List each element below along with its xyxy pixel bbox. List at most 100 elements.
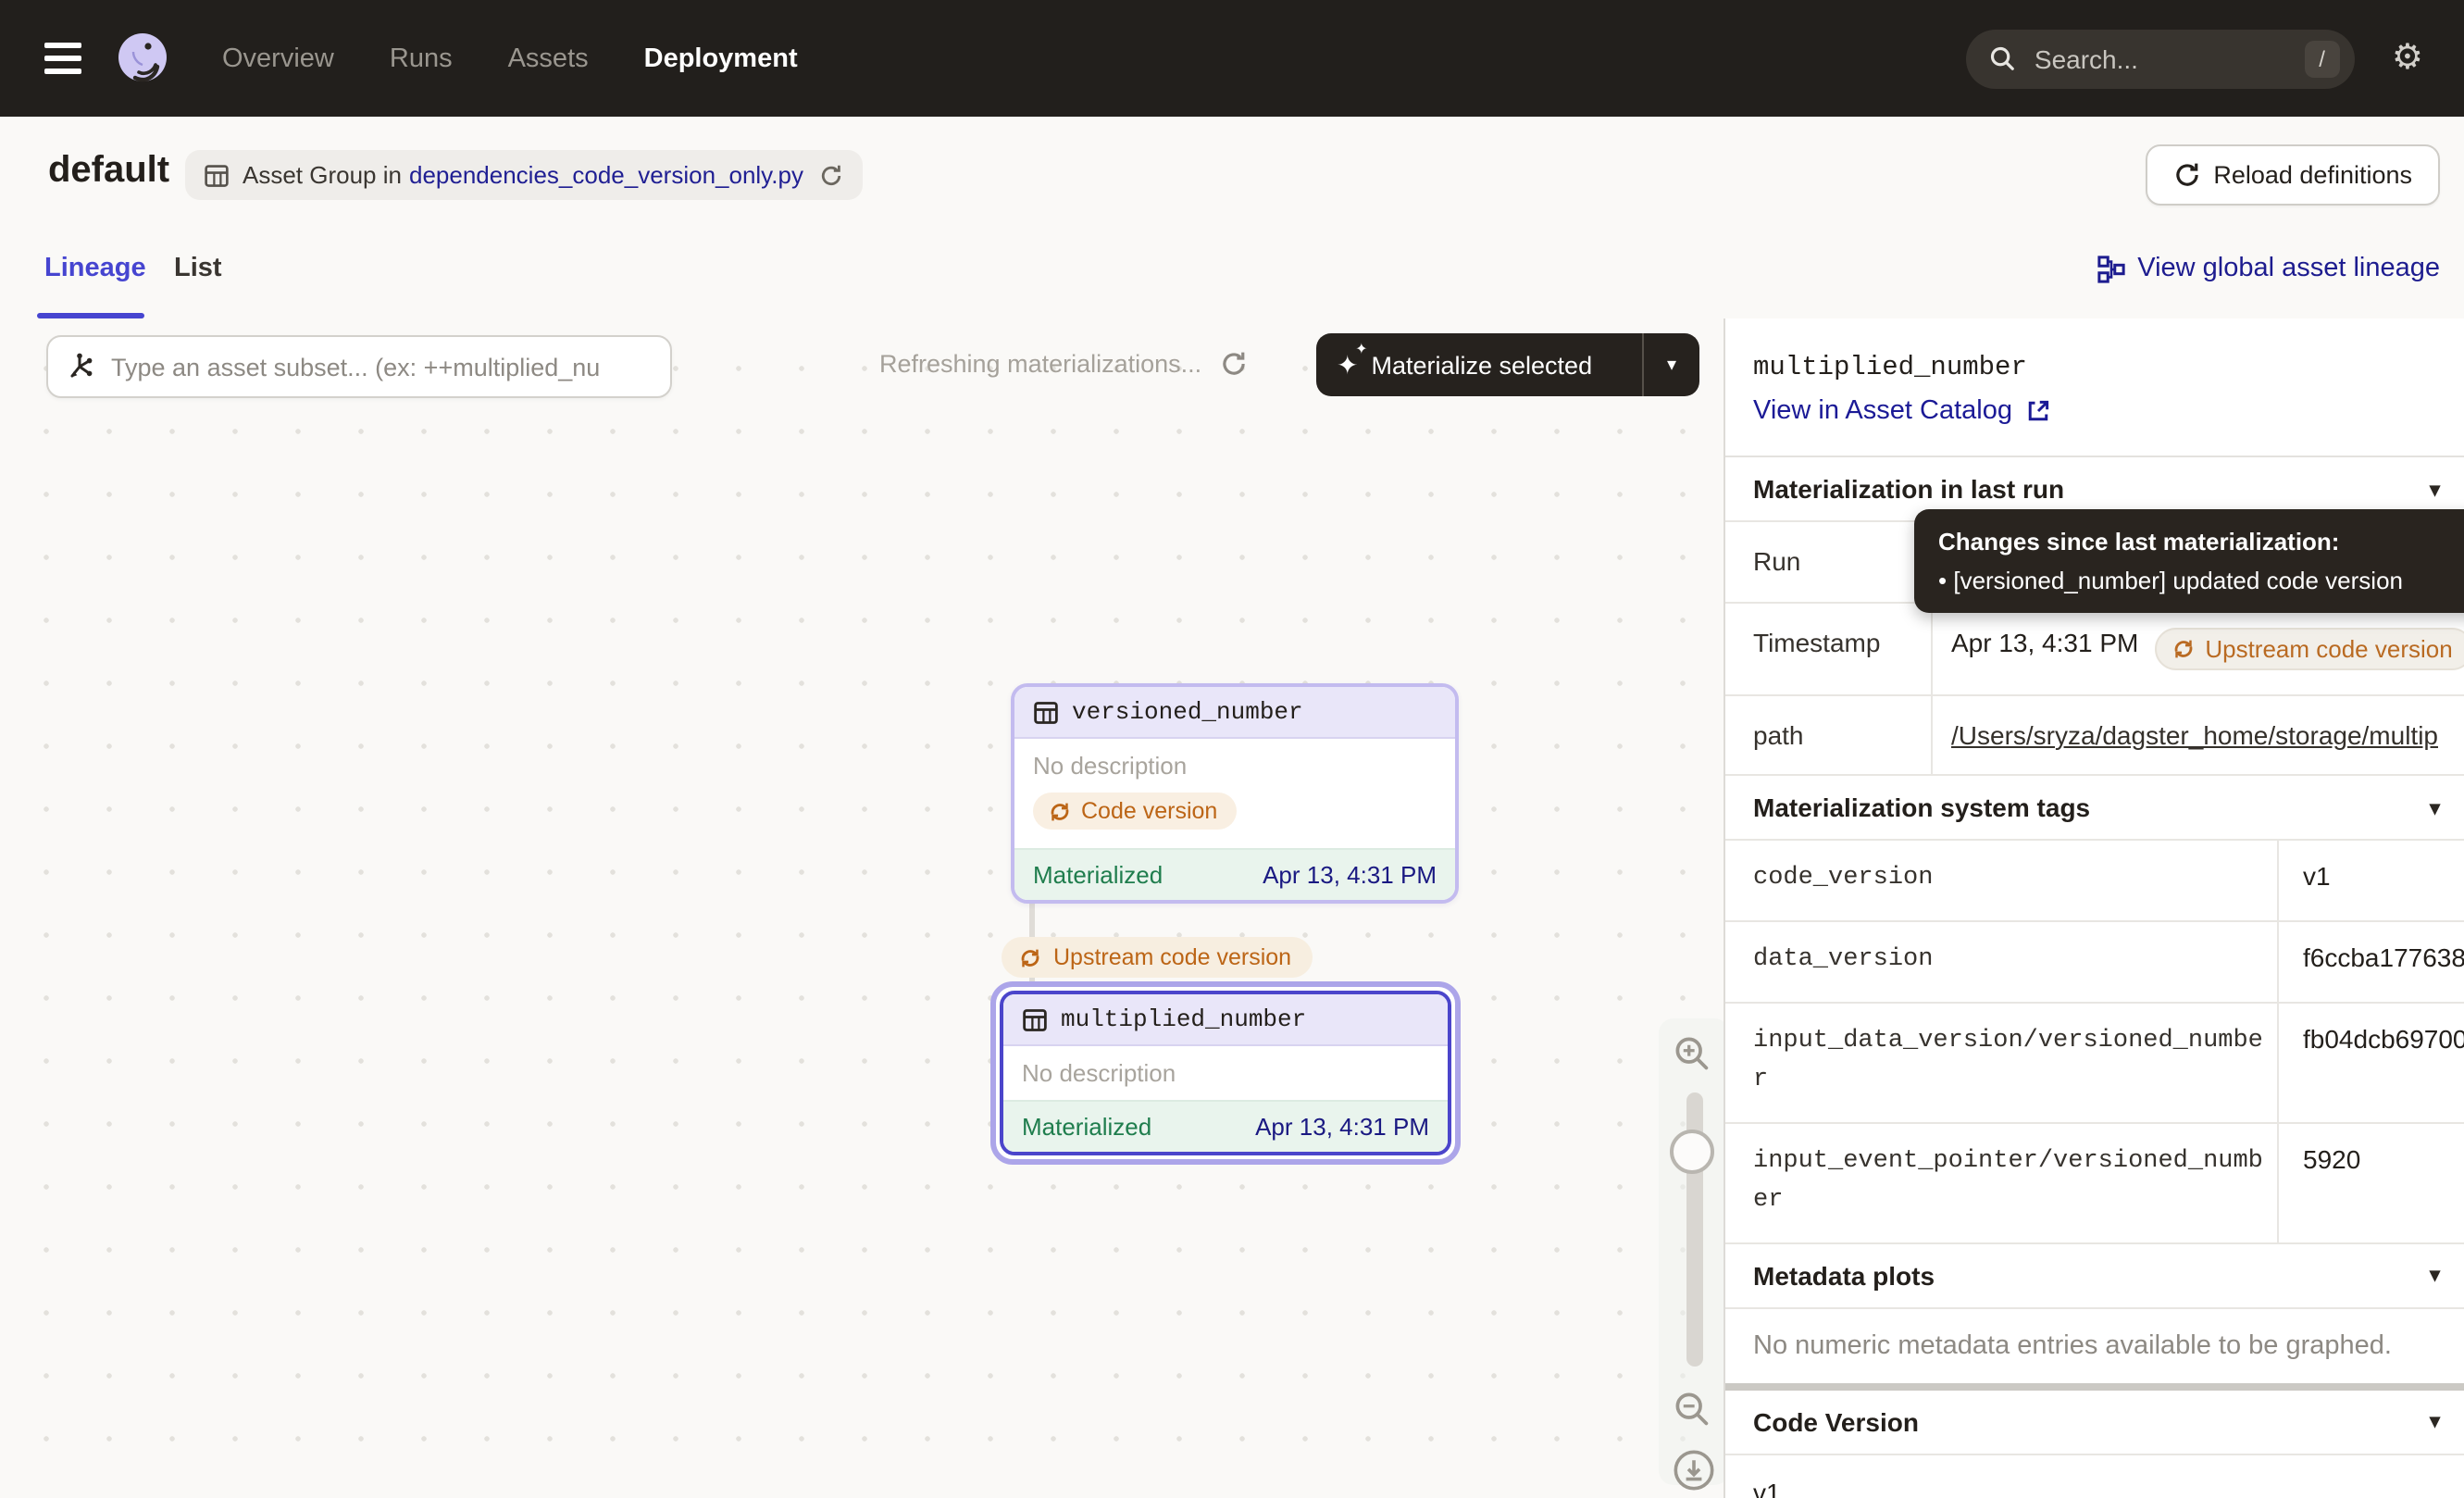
node-description: No description [1033,752,1437,780]
tooltip-title: Changes since last materialization: [1938,528,2464,556]
dagster-logo-icon[interactable] [111,27,174,90]
section-title: Metadata plots [1753,1260,1935,1290]
code-version-value: v1 [1725,1453,2464,1498]
upstream-code-version-pill[interactable]: Upstream code version [2155,628,2464,670]
materialize-selected-button[interactable]: ✦✦ Materialize selected ▾ [1316,333,1699,396]
chevron-down-icon[interactable]: ▾ [2430,795,2440,819]
section-metadata-plots: Metadata plots ▾ [1725,1242,2464,1306]
tag-row: input_event_pointer/versioned_number 592… [1725,1121,2464,1242]
hamburger-menu-icon[interactable] [44,35,81,81]
lineage-graph-icon [2097,255,2124,282]
asset-subset-filter[interactable] [46,335,672,398]
changes-tooltip: Changes since last materialization: • [v… [1914,509,2464,613]
global-search[interactable]: / [1966,29,2355,88]
code-version-icon [2172,637,2196,661]
nav-item-deployment[interactable]: Deployment [644,44,798,73]
tab-list[interactable]: List [174,254,222,283]
download-image-icon[interactable] [1672,1448,1716,1492]
section-title: Materialization in last run [1753,474,2064,504]
code-version-icon [1018,945,1042,969]
nav-item-assets[interactable]: Assets [508,44,589,73]
reload-definitions-button[interactable]: Reload definitions [2145,144,2440,206]
upstream-code-version-badge[interactable]: Upstream code version [1002,937,1312,978]
nav-item-runs[interactable]: Runs [390,44,453,73]
timestamp-row: Timestamp Apr 13, 4:31 PM Upstream code … [1725,602,2464,694]
path-label: path [1725,696,1931,774]
sparkle-icon: ✦✦ [1337,349,1358,381]
tag-row: data_version f6ccba177638 [1725,920,2464,1002]
zoom-out-icon[interactable] [1672,1389,1712,1429]
zoom-in-icon[interactable] [1672,1033,1712,1074]
code-version-icon [1048,799,1072,823]
global-lineage-label: View global asset lineage [2137,254,2440,283]
materialize-dropdown-caret[interactable]: ▾ [1644,355,1699,375]
section-separator [1725,1382,2464,1390]
tag-value: fb04dcb69700 [2277,1004,2464,1122]
view-in-asset-catalog-link[interactable]: View in Asset Catalog [1753,396,2464,426]
tag-row: input_data_version/versioned_number fb04… [1725,1002,2464,1122]
view-global-asset-lineage-link[interactable]: View global asset lineage [2097,254,2440,283]
metadata-plots-empty: No numeric metadata entries available to… [1725,1306,2464,1382]
path-link[interactable]: /Users/sryza/dagster_home/storage/multip [1951,720,2438,750]
path-row: path /Users/sryza/dagster_home/storage/m… [1725,694,2464,774]
gear-icon[interactable]: ⚙ [2392,41,2423,76]
code-version-badge-label: Code version [1081,798,1217,824]
asset-node-versioned-number[interactable]: versioned_number No description Code ver… [1011,683,1459,903]
node-status: Materialized [1033,860,1163,888]
dagster-app: Overview Runs Assets Deployment / ⚙ defa… [0,0,2464,1498]
asset-node-multiplied-number[interactable]: multiplied_number No description Materia… [990,981,1461,1165]
tag-value: v1 [2277,841,2464,920]
node-timestamp: Apr 13, 4:31 PM [1255,1113,1429,1141]
upstream-pill-label: Upstream code version [2205,635,2452,663]
asset-detail-panel: multiplied_number View in Asset Catalog … [1724,318,2464,1498]
page-title: default [48,150,169,193]
search-shortcut-key: / [2304,40,2340,77]
external-link-icon [2025,398,2051,424]
timestamp-value: Apr 13, 4:31 PM [1951,628,2138,657]
top-nav: Overview Runs Assets Deployment / ⚙ [0,0,2464,117]
chevron-down-icon[interactable]: ▾ [2430,1263,2440,1287]
catalog-link-label: View in Asset Catalog [1753,396,2012,426]
code-version-badge[interactable]: Code version [1033,793,1236,830]
table-icon [204,162,230,188]
tag-row: code_version v1 [1725,839,2464,920]
run-label: Run [1725,522,1931,602]
lineage-canvas[interactable]: Refreshing materializations... ✦✦ Materi… [0,318,1724,1498]
zoom-slider-handle[interactable] [1670,1130,1714,1174]
tag-key: data_version [1725,922,2277,1002]
zoom-controls [1659,1018,1729,1485]
node-status: Materialized [1022,1113,1151,1141]
page-header: default Asset Group in dependencies_code… [0,117,2464,228]
asset-group-prefix: Asset Group in [243,161,402,189]
reload-icon[interactable] [818,162,844,188]
asset-subset-input[interactable] [107,351,615,382]
materialize-label: Materialize selected [1371,351,1592,379]
tag-key: input_data_version/versioned_number [1725,1004,2277,1122]
node-description: No description [1022,1059,1429,1087]
asset-group-pill: Asset Group in dependencies_code_version… [185,150,863,200]
chevron-down-icon[interactable]: ▾ [2430,477,2440,501]
asset-group-file-link[interactable]: dependencies_code_version_only.py [409,161,803,189]
section-system-tags: Materialization system tags ▾ [1725,774,2464,839]
section-title: Materialization system tags [1753,793,2090,822]
tabs-row: Lineage List View global asset lineage [0,228,2464,320]
reload-icon [2172,161,2200,189]
section-title: Code Version [1753,1406,1919,1436]
refresh-icon[interactable] [1220,350,1248,378]
nav-right: / ⚙ [1966,29,2423,88]
node-title: multiplied_number [1061,1005,1306,1033]
reload-definitions-label: Reload definitions [2213,161,2412,189]
tag-key: code_version [1725,841,2277,920]
tooltip-item: • [versioned_number] updated code versio… [1938,567,2464,594]
table-icon [1022,1006,1048,1032]
chevron-down-icon[interactable]: ▾ [2430,1409,2440,1433]
nav-item-overview[interactable]: Overview [222,44,334,73]
tab-lineage[interactable]: Lineage [44,254,146,283]
tag-value: 5920 [2277,1123,2464,1242]
section-code-version: Code Version ▾ [1725,1390,2464,1453]
search-input[interactable] [2031,42,2242,75]
tag-value: f6ccba177638 [2277,922,2464,1002]
refreshing-status: Refreshing materializations... [879,350,1248,378]
timestamp-label: Timestamp [1725,604,1931,694]
tag-key: input_event_pointer/versioned_number [1725,1123,2277,1242]
